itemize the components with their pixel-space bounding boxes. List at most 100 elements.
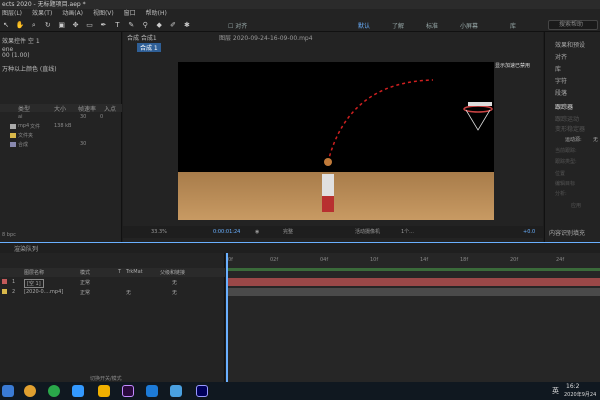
wechat-icon[interactable]: [48, 385, 60, 397]
panel-libraries[interactable]: 库: [555, 64, 561, 73]
zoom-dropdown[interactable]: 33.3%: [151, 226, 167, 238]
resolution-dropdown[interactable]: 完整: [283, 226, 293, 238]
video-frame[interactable]: 显示加速已禁用: [178, 62, 494, 220]
panel-paragraph[interactable]: 段落: [555, 88, 567, 97]
search-placeholder: 搜索帮助: [559, 21, 584, 28]
layer-1-track[interactable]: [226, 278, 600, 286]
col-type[interactable]: 类型: [18, 104, 30, 113]
after-effects-icon[interactable]: [196, 385, 208, 397]
col-mode[interactable]: 模式: [80, 269, 90, 276]
rotate-tool-icon[interactable]: ↻: [44, 21, 52, 29]
hand-tool-icon[interactable]: ✋: [16, 21, 25, 29]
panel-content-aware-fill[interactable]: 内容识别填充: [549, 228, 585, 237]
menu-window[interactable]: 窗口: [124, 10, 136, 17]
col-in-point[interactable]: 入点: [104, 104, 116, 113]
selection-tool-icon[interactable]: ↖: [2, 21, 10, 29]
layer-2-track[interactable]: [226, 288, 600, 296]
snap-checkbox[interactable]: ☐ 对齐: [228, 21, 247, 30]
toggle-switches-modes[interactable]: 切换开关/模式: [90, 375, 122, 382]
zoom-tool-icon[interactable]: ⌕: [30, 21, 38, 29]
layer-row[interactable]: 1 [空 1] 正常 无: [0, 278, 225, 288]
start-icon[interactable]: [2, 385, 14, 397]
menu-effect[interactable]: 效果(T): [32, 10, 52, 17]
layer-parent[interactable]: 无: [172, 289, 177, 296]
col-parent[interactable]: 父级和链接: [160, 269, 185, 276]
file-explorer-icon[interactable]: [98, 385, 110, 397]
time-ruler[interactable]: 0f 02f 04f 10f 14f 18f 20f 24f: [226, 257, 600, 265]
project-row[interactable]: 文件夹: [0, 132, 122, 140]
premiere-icon[interactable]: [122, 385, 134, 397]
col-layer-name[interactable]: 图层名称: [24, 269, 44, 276]
pan-behind-tool-icon[interactable]: ✥: [72, 21, 80, 29]
menu-layer[interactable]: 图层(L): [2, 10, 22, 17]
active-camera-dropdown[interactable]: 活动摄像机: [355, 226, 380, 238]
edit-target-button[interactable]: 编辑目标: [555, 180, 575, 187]
eraser-tool-icon[interactable]: ◆: [155, 21, 163, 29]
project-row[interactable]: ai 30 0: [0, 114, 122, 122]
motion-source-value[interactable]: 无: [593, 136, 598, 143]
rectangle-tool-icon[interactable]: ▭: [86, 21, 94, 29]
clock-date[interactable]: 2020年9月24: [564, 391, 596, 398]
menu-help[interactable]: 帮助(H): [146, 10, 167, 17]
col-t[interactable]: T: [118, 269, 121, 275]
panel-tracker[interactable]: 跟踪器: [555, 102, 573, 111]
chrome-icon[interactable]: [24, 385, 36, 397]
track-motion-button[interactable]: 跟踪运动: [555, 114, 579, 123]
warp-stabilizer-button[interactable]: 变形稳定器: [555, 124, 585, 133]
apply-button[interactable]: 应用: [571, 202, 581, 209]
workspace-default[interactable]: 默认: [358, 21, 370, 30]
ruler-tick: 0f: [228, 257, 233, 263]
panel-character[interactable]: 字符: [555, 76, 567, 85]
menu-view[interactable]: 视图(V): [93, 10, 114, 17]
col-trkmat[interactable]: TrkMat: [126, 269, 143, 275]
layer-parent[interactable]: 无: [172, 279, 177, 286]
input-language[interactable]: 英: [552, 386, 559, 396]
views-dropdown[interactable]: 1个...: [401, 226, 414, 238]
roto-brush-tool-icon[interactable]: ✐: [169, 21, 177, 29]
layer-row[interactable]: 2 [2020-0....mp4] 正常 无 无: [0, 288, 225, 297]
col-fps[interactable]: 帧速率: [78, 104, 96, 113]
layer-mode[interactable]: 正常: [80, 279, 90, 286]
browser-icon[interactable]: [72, 385, 84, 397]
playhead[interactable]: [226, 253, 228, 383]
camera-snapshot-icon[interactable]: ◉: [255, 226, 259, 238]
project-row[interactable]: 合成 30: [0, 141, 122, 149]
menu-animation[interactable]: 动画(A): [62, 10, 83, 17]
effects-controls-title[interactable]: 效果控件 空 1: [2, 36, 40, 45]
clone-stamp-tool-icon[interactable]: ⚲: [141, 21, 149, 29]
tab-layer[interactable]: 图层 2020-09-24-16-09-00.mp4: [219, 33, 313, 42]
panel-effects-presets[interactable]: 效果和预设: [555, 40, 585, 49]
project-row[interactable]: mp4 文件 138 kB: [0, 123, 122, 131]
project-info-line-3: 00 (1.00): [2, 52, 30, 59]
type-tool-icon[interactable]: T: [113, 21, 121, 29]
workspace-learn[interactable]: 了解: [392, 21, 404, 30]
help-search-input[interactable]: 搜索帮助: [548, 20, 598, 30]
comp-subtab[interactable]: 合成 1: [137, 43, 161, 52]
layer-label-color[interactable]: [2, 279, 7, 284]
layer-name[interactable]: [空 1]: [24, 279, 44, 288]
position-checkbox[interactable]: 位置: [555, 170, 565, 177]
pen-tool-icon[interactable]: ✒: [99, 21, 107, 29]
col-size[interactable]: 大小: [54, 104, 66, 113]
workspace-library[interactable]: 库: [510, 21, 516, 30]
edge-icon[interactable]: [146, 385, 158, 397]
layer-name[interactable]: [2020-0....mp4]: [24, 289, 63, 295]
layer-label-color[interactable]: [2, 289, 7, 294]
layer-trkmat[interactable]: 无: [126, 289, 131, 296]
workspace-small-screen[interactable]: 小屏幕: [460, 21, 478, 30]
folder-icon: [10, 133, 16, 138]
brush-tool-icon[interactable]: ✎: [127, 21, 135, 29]
bit-depth[interactable]: 8 bpc: [2, 232, 16, 238]
current-timecode[interactable]: 0:00:01:24: [213, 226, 240, 238]
workspace-standard[interactable]: 标准: [426, 21, 438, 30]
layer-mode[interactable]: 正常: [80, 289, 90, 296]
puppet-tool-icon[interactable]: ✱: [183, 21, 191, 29]
clock-time[interactable]: 16:2: [566, 383, 579, 390]
panel-align[interactable]: 对齐: [555, 52, 567, 61]
tab-composition[interactable]: 合成 合成1: [127, 33, 157, 42]
app-icon[interactable]: [170, 385, 182, 397]
camera-tool-icon[interactable]: ▣: [58, 21, 66, 29]
exposure-value[interactable]: +0.0: [523, 226, 535, 238]
tab-render-queue[interactable]: 渲染队列: [14, 244, 38, 253]
work-area-bar[interactable]: [226, 268, 600, 271]
